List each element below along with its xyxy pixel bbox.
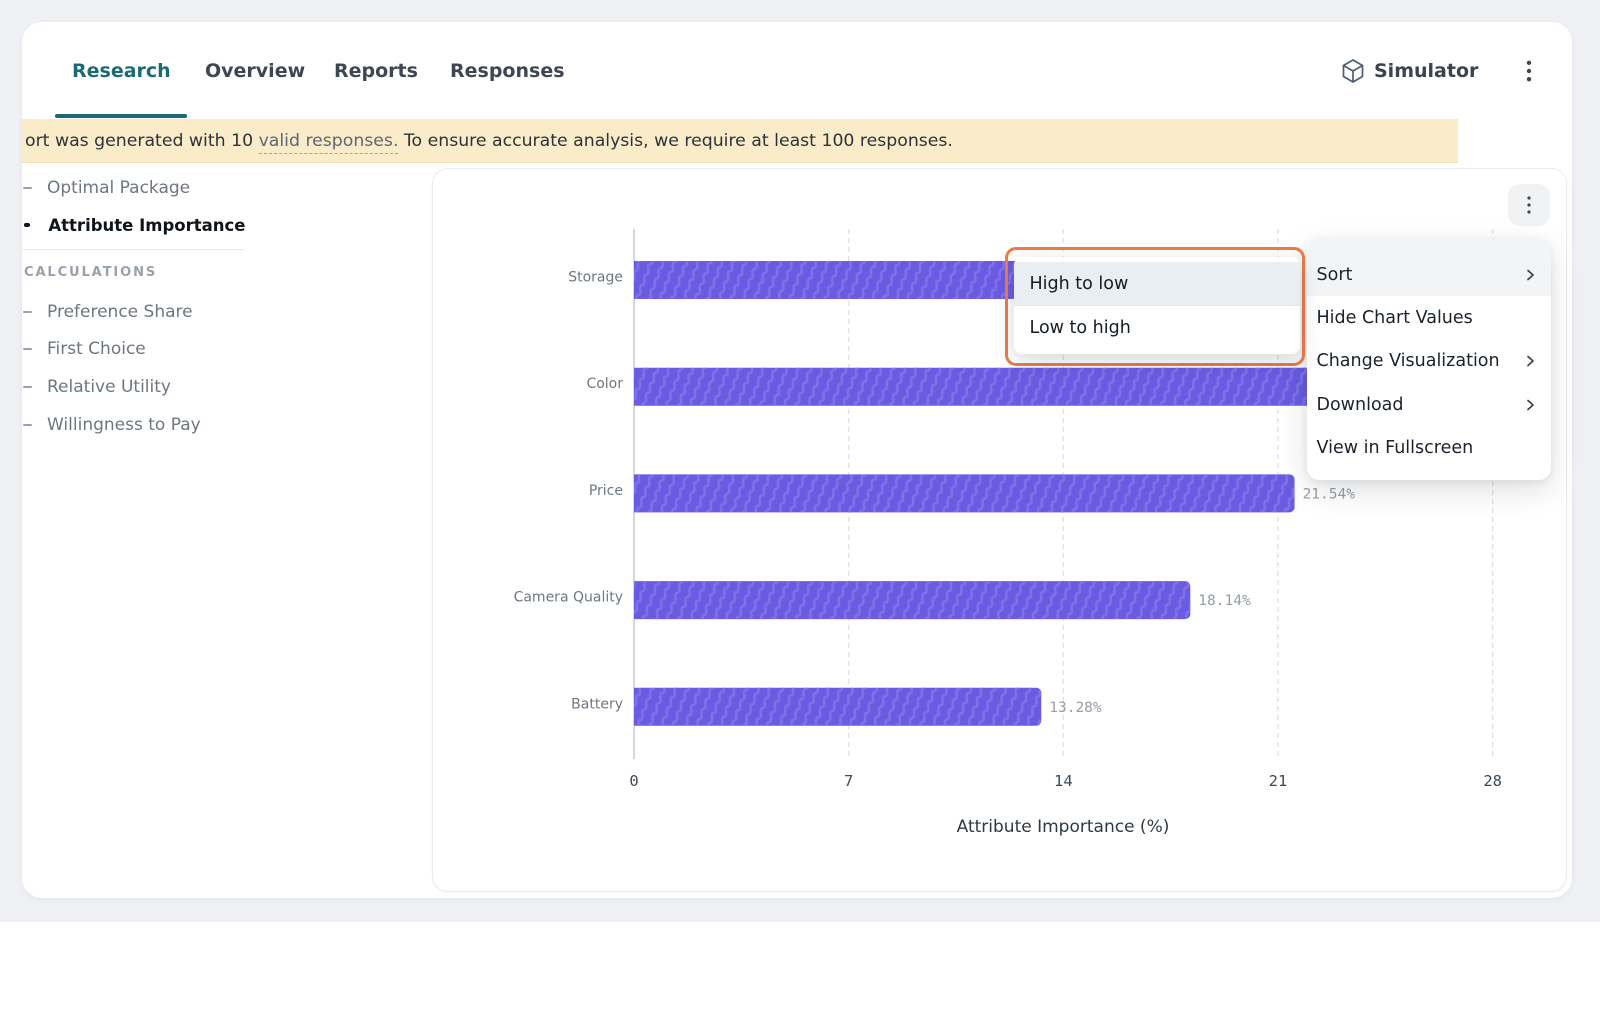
dash-bullet-icon [23,424,32,427]
valid-responses-link[interactable]: valid responses. [259,131,399,154]
svg-text:Storage: Storage [568,270,623,286]
svg-text:21.54%: 21.54% [1303,486,1356,502]
sort-submenu-highlight-box: High to low Low to high [1005,247,1305,366]
chevron-right-icon [1523,354,1537,368]
submenu-item-high-to-low[interactable]: High to low [1014,262,1301,306]
chart-options-button[interactable] [1508,184,1550,226]
simulator-label: Simulator [1374,60,1478,82]
svg-text:18.14%: 18.14% [1198,593,1251,609]
kebab-icon [1526,60,1532,82]
submenu-item-low-to-high[interactable]: Low to high [1014,306,1301,350]
sidebar-section-heading: CALCULATIONS [24,265,157,281]
menu-item-download[interactable]: Download [1307,383,1551,426]
menu-item-view-in-fullscreen[interactable]: View in Fullscreen [1307,427,1551,470]
svg-text:21: 21 [1269,772,1288,790]
chevron-right-icon [1523,398,1537,412]
tab-reports[interactable]: Reports [334,59,418,83]
active-tab-indicator [55,114,187,118]
dot-bullet-icon [24,223,30,228]
svg-text:Battery: Battery [571,696,623,712]
sort-submenu: High to low Low to high [1014,257,1301,354]
cube-icon [1340,58,1366,84]
svg-text:Price: Price [589,483,623,499]
tab-responses[interactable]: Responses [450,59,565,83]
menu-item-change-visualization[interactable]: Change Visualization [1307,340,1551,383]
sidebar-item-attribute-importance[interactable]: Attribute Importance [23,214,245,236]
kebab-icon [1526,196,1532,214]
menu-item-sort[interactable]: Sort [1307,239,1551,296]
tab-overview[interactable]: Overview [205,59,305,83]
svg-text:Attribute Importance (%): Attribute Importance (%) [957,817,1170,837]
chevron-right-icon [1523,268,1537,282]
chart-card: 07142128Storage19.50%Color27.54%Price21.… [432,168,1567,892]
dash-bullet-icon [23,386,32,389]
main-card: Research Overview Reports Responses Simu… [22,22,1572,898]
sidebar-item-optimal-package[interactable]: Optimal Package [23,177,190,199]
svg-text:Color: Color [586,376,623,392]
simulator-button[interactable]: Simulator [1340,59,1478,83]
sidebar-item-first-choice[interactable]: First Choice [23,338,146,360]
svg-text:0: 0 [629,772,638,790]
sidebar-item-preference-share[interactable]: Preference Share [23,301,193,323]
svg-text:28: 28 [1483,772,1502,790]
dash-bullet-icon [23,187,32,190]
sidebar-divider [22,249,244,250]
dash-bullet-icon [23,311,32,314]
warning-banner-text: ort was generated with 10 valid response… [25,131,953,151]
dash-bullet-icon [23,348,32,351]
warning-banner: ort was generated with 10 valid response… [22,119,1458,163]
svg-text:13.28%: 13.28% [1049,700,1102,716]
app-window: Research Overview Reports Responses Simu… [0,0,1600,1009]
sidebar-item-willingness-to-pay[interactable]: Willingness to Pay [23,414,201,436]
svg-text:14: 14 [1054,772,1073,790]
tab-research[interactable]: Research [72,59,171,83]
top-navbar: Research Overview Reports Responses Simu… [22,22,1572,121]
menu-item-hide-chart-values[interactable]: Hide Chart Values [1307,296,1551,339]
chart-context-menu: Sort Hide Chart Values Change Visualizat… [1307,239,1551,480]
svg-text:Camera Quality: Camera Quality [514,590,623,606]
sidebar-item-relative-utility[interactable]: Relative Utility [23,376,171,398]
svg-text:7: 7 [844,772,853,790]
nav-kebab-button[interactable] [1517,51,1541,91]
